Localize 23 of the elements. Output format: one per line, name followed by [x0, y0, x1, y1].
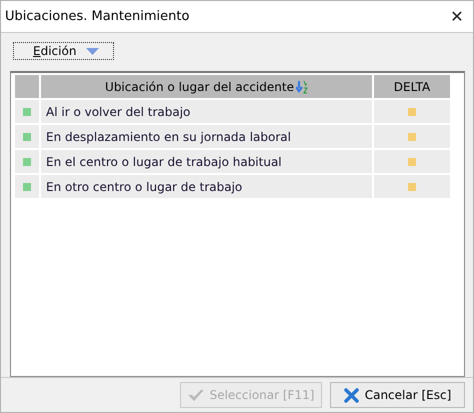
edit-menu-button[interactable]: Edición: [13, 42, 114, 60]
dropdown-arrow-icon: [86, 48, 100, 54]
delta-marker-icon: [408, 158, 416, 166]
check-icon: [188, 389, 204, 401]
delta-marker-icon: [408, 182, 416, 190]
row-marker-icon: [23, 182, 31, 190]
column-header[interactable]: DELTA: [374, 75, 450, 98]
row-marker-icon: [23, 132, 31, 140]
column-header[interactable]: Ubicación o lugar del accidente: [41, 75, 372, 98]
table-cell[interactable]: En otro centro o lugar de trabajo: [41, 175, 372, 198]
table-cell[interactable]: Al ir o volver del trabajo: [41, 100, 372, 123]
delta-marker-icon: [408, 108, 416, 116]
sort-icon: [296, 80, 308, 94]
table-cell[interactable]: En el centro o lugar de trabajo habitual: [41, 150, 372, 173]
table-cell[interactable]: En desplazamiento en su jornada laboral: [41, 125, 372, 148]
header-cell: [15, 75, 39, 98]
cancel-button[interactable]: Cancelar [Esc]: [330, 382, 465, 408]
window-title: Ubicaciones. Mantenimiento: [5, 9, 190, 24]
row-marker-icon: [23, 158, 31, 166]
close-button[interactable]: ✕: [447, 6, 467, 26]
row-marker-icon: [23, 108, 31, 116]
delta-marker-icon: [408, 132, 416, 140]
close-icon: [344, 388, 359, 402]
